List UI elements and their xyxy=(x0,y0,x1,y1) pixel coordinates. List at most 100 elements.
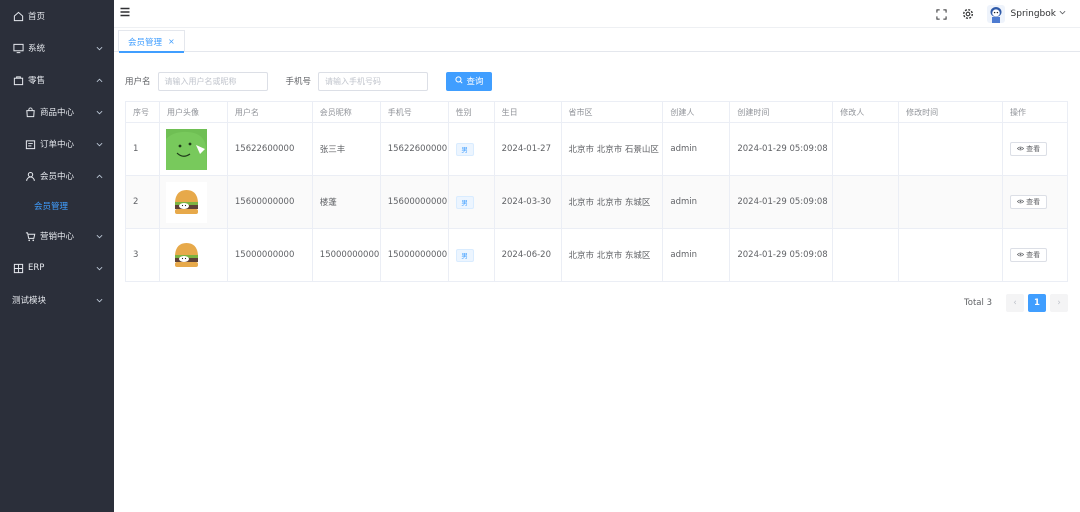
column-header: 操作 xyxy=(1003,102,1068,122)
cart-icon xyxy=(24,230,36,242)
members-table: 序号 用户头像 用户名 会员昵称 手机号 性别 生日 省市区 创建人 创建时间 … xyxy=(125,101,1069,282)
nickname-cell: 15000000000 xyxy=(313,229,381,281)
total-count: Total 3 xyxy=(964,298,992,308)
birthday-cell: 2024-03-30 xyxy=(495,176,562,228)
action-cell: 查看 xyxy=(1003,123,1069,175)
search-button[interactable]: 查询 xyxy=(446,71,493,91)
gender-cell: 男 xyxy=(449,229,495,281)
birthday-cell: 2024-06-20 xyxy=(495,229,562,281)
settings-icon[interactable] xyxy=(961,7,975,21)
action-cell: 查看 xyxy=(1003,176,1069,228)
modified-time-cell xyxy=(899,123,1004,175)
member-avatar xyxy=(160,176,228,228)
phone-cell: 15622600000 xyxy=(381,123,449,175)
sidebar-item-home[interactable]: 首页 xyxy=(0,0,114,32)
region-cell: 北京市 北京市 东城区 xyxy=(562,229,664,281)
table-header: 序号 用户头像 用户名 会员昵称 手机号 性别 生日 省市区 创建人 创建时间 … xyxy=(126,102,1068,123)
chevron-down-icon xyxy=(94,231,104,241)
gender-cell: 男 xyxy=(449,123,495,175)
table-row: 1 15622600000 张三丰 15622600000 男 2024-01-… xyxy=(126,123,1069,176)
sidebar-item-label: ERP xyxy=(28,263,45,273)
chevron-down-icon[interactable] xyxy=(1059,9,1066,19)
modifier-cell xyxy=(833,123,900,175)
username-input[interactable]: 请输入用户名或昵称 xyxy=(157,71,268,91)
sidebar-item-retail[interactable]: 零售 xyxy=(0,64,114,96)
view-button-label: 查看 xyxy=(1026,198,1041,206)
user-name[interactable]: Springbok xyxy=(1011,9,1056,19)
nickname-cell: 楼蓬 xyxy=(313,176,381,228)
column-header: 省市区 xyxy=(562,102,664,122)
username-placeholder: 请输入用户名或昵称 xyxy=(164,76,237,86)
action-cell: 查看 xyxy=(1003,229,1069,281)
prev-page-button[interactable]: ‹ xyxy=(1006,294,1024,312)
chevron-down-icon xyxy=(94,263,104,273)
row-index: 2 xyxy=(126,176,160,228)
username-cell: 15600000000 xyxy=(228,176,313,228)
chevron-up-icon xyxy=(94,75,104,85)
sidebar-item-member-management[interactable]: 会员管理 xyxy=(0,190,114,222)
column-header: 序号 xyxy=(126,102,160,122)
chevron-down-icon xyxy=(94,107,104,117)
created-time-cell: 2024-01-29 05:09:08 xyxy=(730,229,834,281)
sidebar-item-system[interactable]: 系统 xyxy=(0,32,114,64)
phone-placeholder: 请输入手机号码 xyxy=(325,76,382,86)
view-button[interactable]: 查看 xyxy=(1010,248,1048,262)
next-page-button[interactable]: › xyxy=(1050,294,1068,312)
modifier-cell xyxy=(833,176,900,228)
chevron-up-icon xyxy=(94,171,104,181)
column-header: 手机号 xyxy=(381,102,449,122)
view-button[interactable]: 查看 xyxy=(1010,195,1048,209)
order-icon xyxy=(24,138,36,150)
fullscreen-icon[interactable] xyxy=(935,7,949,21)
view-button-label: 查看 xyxy=(1026,251,1041,259)
column-header: 修改人 xyxy=(833,102,900,122)
username-cell: 15622600000 xyxy=(228,123,313,175)
sidebar-item-label: 首页 xyxy=(28,12,46,22)
gender-tag: 男 xyxy=(455,248,474,262)
created-time-cell: 2024-01-29 05:09:08 xyxy=(730,123,834,175)
tab-label: 会员管理 xyxy=(128,37,163,48)
sidebar: 首页 系统 零售 商品中心 订单中心 会员中心 会员管理 营销中心 ERP 测试… xyxy=(0,0,114,512)
tab-member-management[interactable]: 会员管理 × xyxy=(118,30,185,53)
sidebar-item-test-module[interactable]: 测试模块 xyxy=(0,284,114,316)
birthday-cell: 2024-01-27 xyxy=(495,123,562,175)
shop-icon xyxy=(24,106,36,118)
burger-avatar-icon xyxy=(165,234,207,276)
gender-tag: 男 xyxy=(455,195,474,209)
eye-icon xyxy=(1016,145,1025,153)
column-header: 性别 xyxy=(449,102,495,122)
top-header: Springbok xyxy=(114,0,1080,28)
page-number-button[interactable]: 1 xyxy=(1028,294,1046,312)
member-avatar xyxy=(160,123,228,175)
region-cell: 北京市 北京市 东城区 xyxy=(562,176,664,228)
search-button-label: 查询 xyxy=(466,77,484,87)
row-index: 1 xyxy=(126,123,160,175)
avatar[interactable] xyxy=(986,5,1005,23)
column-header: 创建时间 xyxy=(730,102,834,122)
phone-input[interactable]: 请输入手机号码 xyxy=(318,71,429,91)
sidebar-item-orders[interactable]: 订单中心 xyxy=(0,128,114,160)
column-header: 用户头像 xyxy=(160,102,228,122)
phone-cell: 15600000000 xyxy=(381,176,449,228)
column-header: 会员昵称 xyxy=(313,102,381,122)
sidebar-item-goods[interactable]: 商品中心 xyxy=(0,96,114,128)
table-row: 3 15000000000 15000000000 15000000000 男 … xyxy=(126,229,1069,282)
view-button[interactable]: 查看 xyxy=(1010,142,1048,156)
sidebar-item-label: 零售 xyxy=(28,76,46,86)
sidebar-item-members[interactable]: 会员中心 xyxy=(0,160,114,192)
sidebar-item-label: 商品中心 xyxy=(40,108,75,118)
sidebar-item-erp[interactable]: ERP xyxy=(0,252,114,284)
hamburger-icon[interactable] xyxy=(120,7,132,19)
close-icon[interactable]: × xyxy=(168,37,175,46)
row-index: 3 xyxy=(126,229,160,281)
sidebar-item-marketing[interactable]: 营销中心 xyxy=(0,220,114,252)
table-row: 2 15600000000 楼蓬 15600000000 男 2024-03-3… xyxy=(126,176,1069,229)
column-header: 创建人 xyxy=(663,102,731,122)
sidebar-item-label: 会员中心 xyxy=(40,172,75,182)
sidebar-item-label: 测试模块 xyxy=(12,296,47,306)
modifier-cell xyxy=(833,229,900,281)
created-time-cell: 2024-01-29 05:09:08 xyxy=(730,176,834,228)
sidebar-item-label: 营销中心 xyxy=(40,232,75,242)
member-avatar xyxy=(160,229,228,281)
creator-cell: admin xyxy=(663,229,731,281)
